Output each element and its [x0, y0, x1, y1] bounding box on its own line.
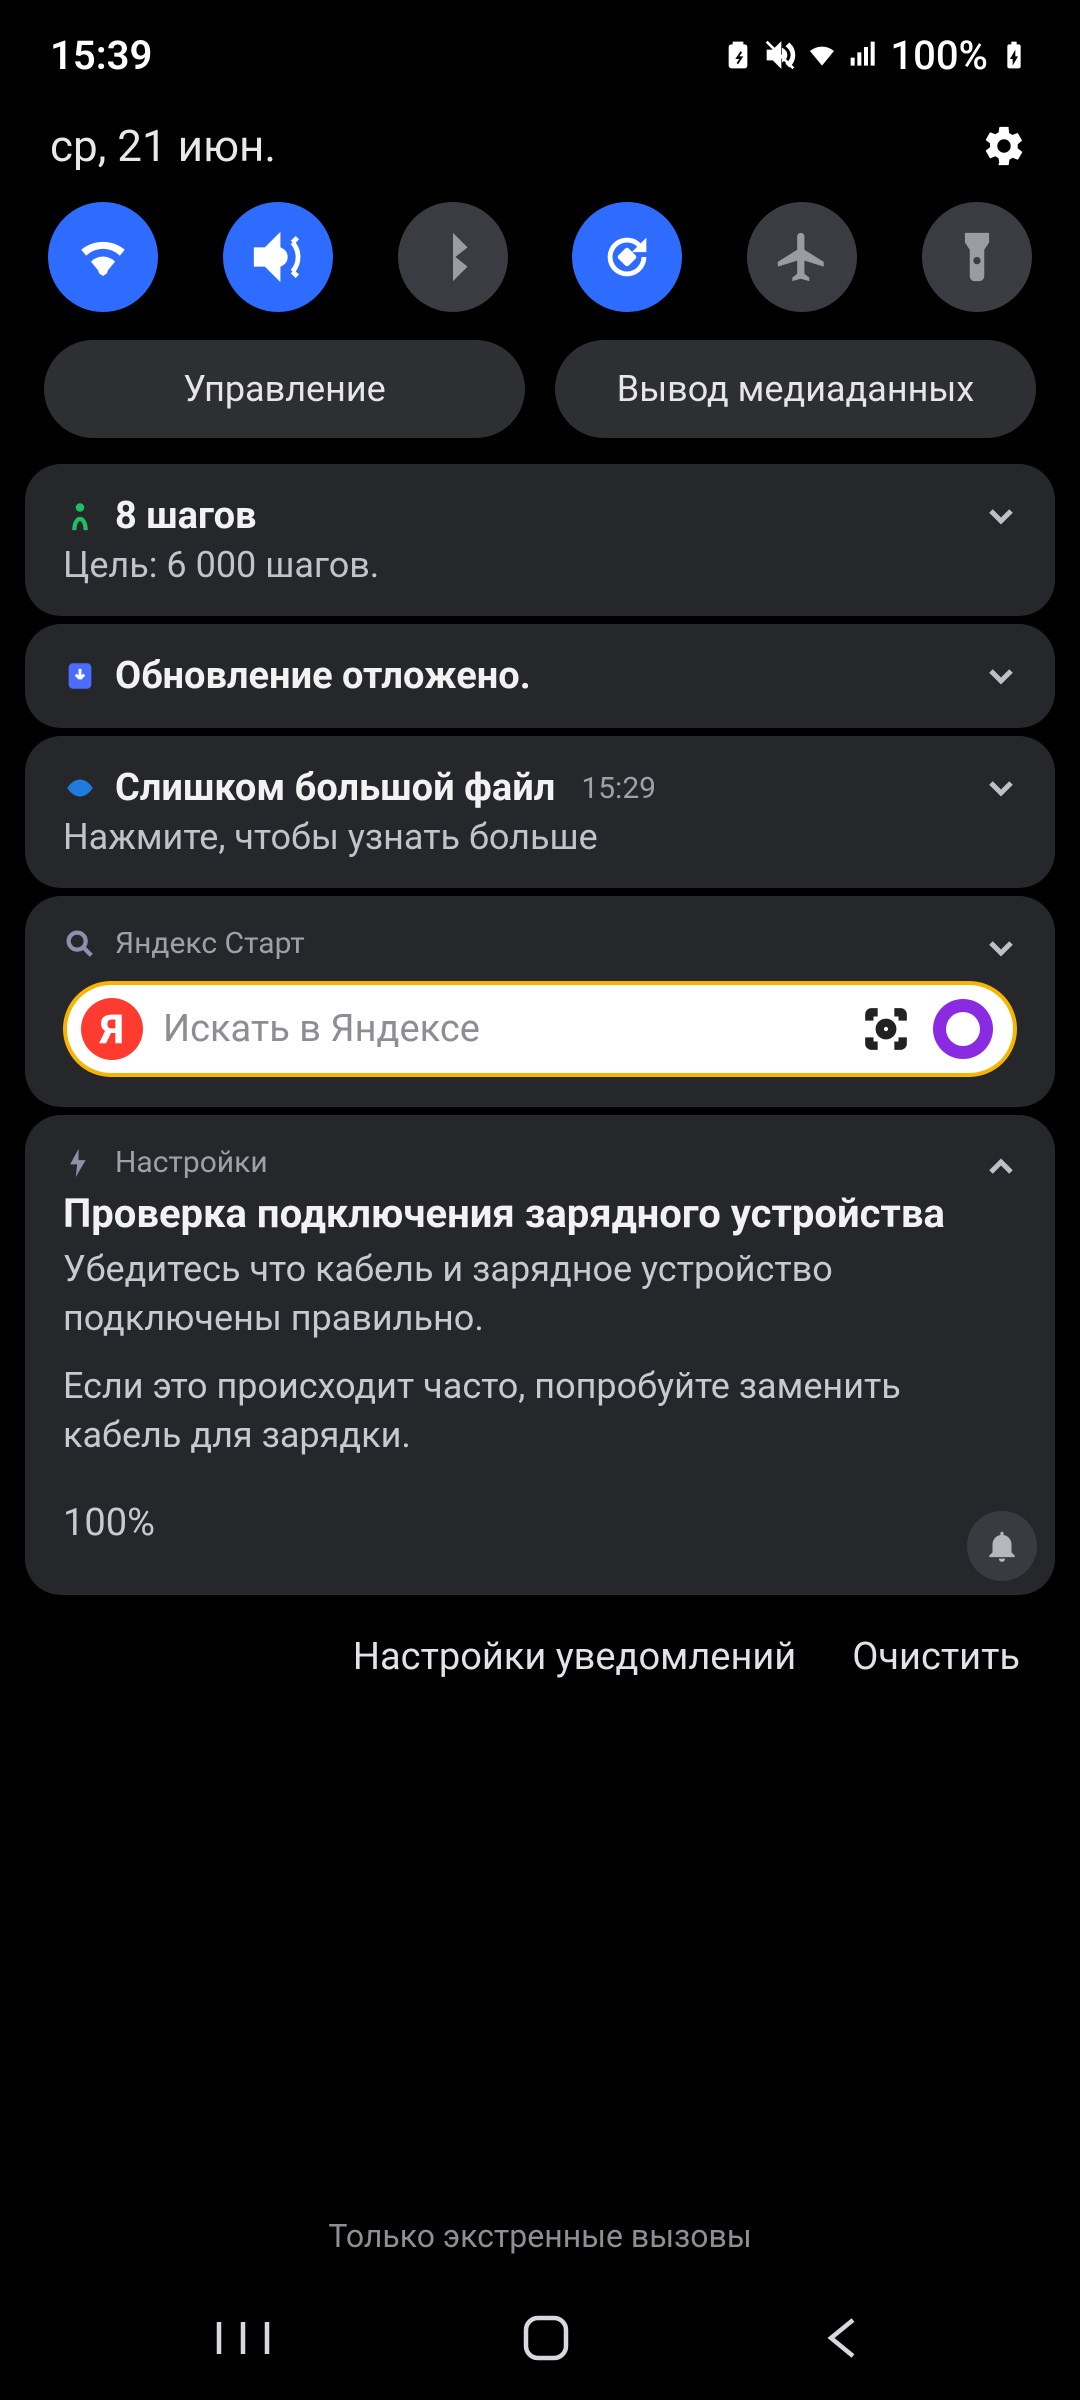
mute-icon — [249, 228, 307, 286]
chevron-down-icon — [981, 656, 1021, 696]
qs-wifi[interactable] — [48, 202, 158, 312]
emergency-text: Только экстренные вызовы — [0, 2217, 1080, 2255]
battery-saver-icon — [722, 39, 754, 71]
notif-title: Проверка подключения зарядного устройств… — [63, 1190, 1017, 1237]
notif-settings-button[interactable] — [967, 1511, 1037, 1581]
expand-button[interactable] — [981, 496, 1021, 540]
home-button[interactable] — [520, 2312, 572, 2368]
notif-subtitle: Цель: 6 000 шагов. — [63, 544, 1017, 586]
yandex-search-placeholder: Искать в Яндексе — [163, 1007, 839, 1051]
send-anywhere-icon — [63, 771, 97, 805]
shade-header: ср, 21 июн. — [0, 110, 1080, 172]
signal-icon — [848, 39, 880, 71]
notif-title: 8 шагов — [115, 494, 257, 538]
notif-app-name: Настройки — [115, 1145, 268, 1180]
settings-button[interactable] — [978, 120, 1030, 172]
qs-flashlight[interactable] — [922, 202, 1032, 312]
alisa-button[interactable] — [933, 999, 993, 1059]
notification-yandex[interactable]: Яндекс Старт Я Искать в Яндексе — [25, 896, 1055, 1107]
qs-devices-button[interactable]: Управление — [44, 340, 525, 438]
qs-rotate[interactable] — [572, 202, 682, 312]
flashlight-icon — [948, 228, 1006, 286]
clear-all-button[interactable]: Очистить — [852, 1635, 1020, 1679]
notification-list: 8 шагов Цель: 6 000 шагов. Обновление от… — [0, 464, 1080, 1595]
status-icons: 100% — [722, 32, 1030, 79]
system-update-icon — [63, 659, 97, 693]
chevron-down-icon — [981, 496, 1021, 536]
bolt-icon — [63, 1146, 97, 1180]
date-text[interactable]: ср, 21 июн. — [50, 120, 276, 172]
notif-app-name: Яндекс Старт — [115, 926, 305, 961]
expand-button[interactable] — [981, 928, 1021, 972]
notif-title: Обновление отложено. — [115, 654, 531, 698]
bluetooth-icon — [424, 228, 482, 286]
wifi-icon — [74, 228, 132, 286]
chevron-down-icon — [981, 928, 1021, 968]
search-icon — [63, 927, 97, 961]
notif-title: Слишком большой файл — [115, 766, 555, 810]
notif-percent: 100% — [63, 1501, 1017, 1545]
chevron-up-icon — [981, 1147, 1021, 1187]
notification-health[interactable]: 8 шагов Цель: 6 000 шагов. — [25, 464, 1055, 616]
notif-line2: Если это происходит часто, попробуйте за… — [63, 1362, 1017, 1459]
yandex-lens-button[interactable] — [859, 1002, 913, 1056]
chevron-down-icon — [981, 768, 1021, 808]
gear-icon — [981, 123, 1027, 169]
airplane-icon — [773, 228, 831, 286]
battery-text: 100% — [890, 32, 988, 79]
expand-button[interactable] — [981, 768, 1021, 812]
back-icon — [819, 2314, 867, 2362]
quick-settings-buttons: Управление Вывод медиаданных — [0, 340, 1080, 464]
yandex-search-bar[interactable]: Я Искать в Яндексе — [63, 981, 1017, 1077]
collapse-button[interactable] — [981, 1147, 1021, 1191]
qs-media-button[interactable]: Вывод медиаданных — [555, 340, 1036, 438]
notification-file[interactable]: Слишком большой файл 15:29 Нажмите, чтоб… — [25, 736, 1055, 888]
status-time: 15:39 — [50, 32, 152, 79]
mute-vibrate-icon — [764, 39, 796, 71]
footer-actions: Настройки уведомлений Очистить — [0, 1595, 1080, 1679]
notif-subtitle: Нажмите, чтобы узнать больше — [63, 816, 1017, 858]
status-bar: 15:39 100% — [0, 0, 1080, 110]
shealth-icon — [63, 499, 97, 533]
qs-mute[interactable] — [223, 202, 333, 312]
yandex-logo-icon: Я — [81, 998, 143, 1060]
auto-rotate-icon — [598, 228, 656, 286]
qs-airplane[interactable] — [747, 202, 857, 312]
wifi-status-icon — [806, 39, 838, 71]
notification-settings[interactable]: Настройки Проверка подключения зарядного… — [25, 1115, 1055, 1595]
notification-settings-link[interactable]: Настройки уведомлений — [353, 1635, 796, 1679]
recents-icon — [213, 2316, 273, 2360]
recents-button[interactable] — [213, 2316, 273, 2364]
expand-button[interactable] — [981, 656, 1021, 700]
charging-icon — [998, 39, 1030, 71]
qs-bluetooth[interactable] — [398, 202, 508, 312]
back-button[interactable] — [819, 2314, 867, 2366]
navigation-bar — [0, 2280, 1080, 2400]
notification-update[interactable]: Обновление отложено. — [25, 624, 1055, 728]
bell-icon — [983, 1527, 1021, 1565]
home-icon — [520, 2312, 572, 2364]
notif-line1: Убедитесь что кабель и зарядное устройст… — [63, 1245, 1017, 1342]
quick-settings-row — [0, 172, 1080, 340]
notif-time: 15:29 — [581, 771, 656, 806]
lens-icon — [861, 1004, 911, 1054]
